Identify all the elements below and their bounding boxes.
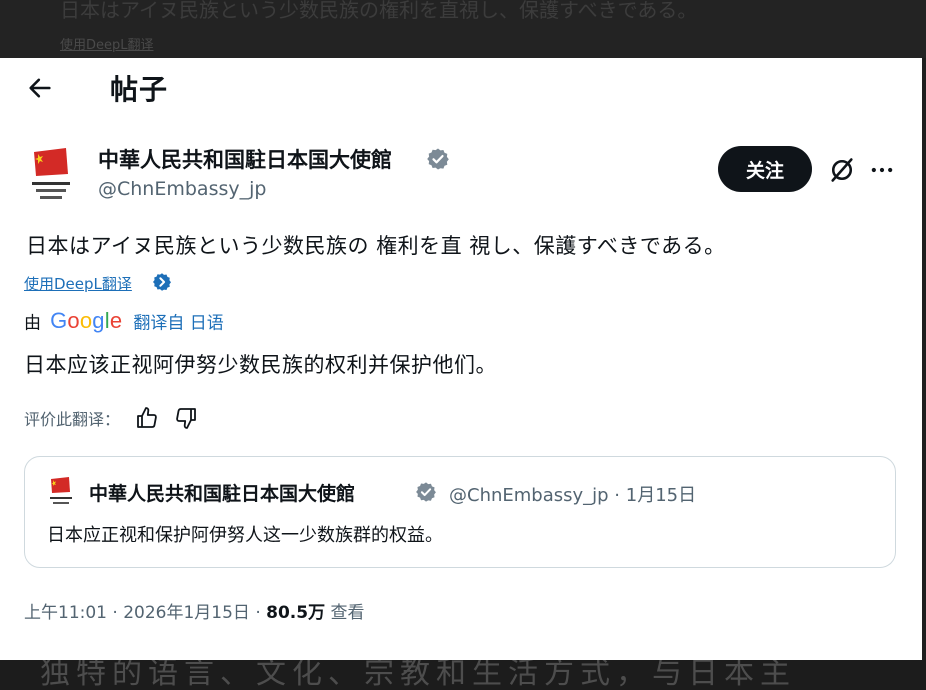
quote-text: 日本应正视和保护阿伊努人这一少数族群的权益。 xyxy=(47,525,443,546)
background-original-text: 日本はアイヌ民族という少数民族の権利を直視し、保護すべきである。 xyxy=(60,0,698,22)
author-name[interactable]: 中華人民共和国駐日本国大使館 xyxy=(98,144,392,174)
quote-author-name: 中華人民共和国駐日本国大使館 xyxy=(89,483,356,505)
post-text: 日本はアイヌ民族という少数民族の 権利を直 視し、保護すべきである。 xyxy=(26,234,726,258)
thumbs-up-icon[interactable] xyxy=(135,406,159,430)
follow-button[interactable]: 关注 xyxy=(718,146,812,192)
top-bar: 帖子 xyxy=(0,58,922,116)
background-caption-text: 独特的语言、文化、宗教和生活方式，与日本主 xyxy=(40,660,796,690)
post-card: 帖子 中華人民共和国駐日本国大使館 @ChnEmbassy_jp 关注 日本はア… xyxy=(0,58,922,660)
more-icon[interactable] xyxy=(868,156,896,184)
translation-text: 日本应该正视阿伊努少数民族的权利并保护他们。 xyxy=(24,353,497,377)
page-title: 帖子 xyxy=(110,73,169,106)
rate-translation-label: 评价此翻译： xyxy=(24,410,121,429)
post-timestamp[interactable]: 上午11:01 · 2026年1月15日 · xyxy=(24,603,266,623)
quote-avatar xyxy=(50,477,72,504)
verified-badge-icon xyxy=(427,148,449,170)
rate-translation: 评价此翻译： xyxy=(24,406,198,432)
view-count: 80.5万 xyxy=(266,603,326,623)
translated-by-label: 由 xyxy=(24,313,41,334)
deepl-translate-link[interactable]: 使用DeepL翻译 xyxy=(24,273,132,294)
thumbs-down-icon[interactable] xyxy=(174,406,198,430)
views-label: 查看 xyxy=(325,603,365,623)
background-bottom-band: 独特的语言、文化、宗教和生活方式，与日本主 xyxy=(0,660,926,690)
back-arrow-icon[interactable] xyxy=(26,74,54,102)
grok-icon[interactable] xyxy=(828,156,856,184)
post-meta: 上午11:01 · 2026年1月15日 · 80.5万 查看 xyxy=(24,598,365,623)
author-handle[interactable]: @ChnEmbassy_jp xyxy=(98,178,266,200)
translation-attribution: 由 Google 翻译自 日语 xyxy=(24,308,224,334)
background-top-band: 日本はアイヌ民族という少数民族の権利を直視し、保護すべきである。 使用DeepL… xyxy=(0,0,926,58)
quoted-post[interactable]: 中華人民共和国駐日本国大使館 @ChnEmbassy_jp · 1月15日 日本… xyxy=(24,456,896,568)
translated-from-link[interactable]: 翻译自 日语 xyxy=(133,314,223,334)
quote-handle-date: @ChnEmbassy_jp · 1月15日 xyxy=(449,485,697,506)
background-deepl-link: 使用DeepL翻译 xyxy=(60,38,154,53)
deepl-chevron-icon[interactable] xyxy=(152,272,172,292)
avatar[interactable] xyxy=(26,146,76,208)
verified-badge-icon xyxy=(416,482,436,502)
google-logo: Google xyxy=(50,308,123,333)
